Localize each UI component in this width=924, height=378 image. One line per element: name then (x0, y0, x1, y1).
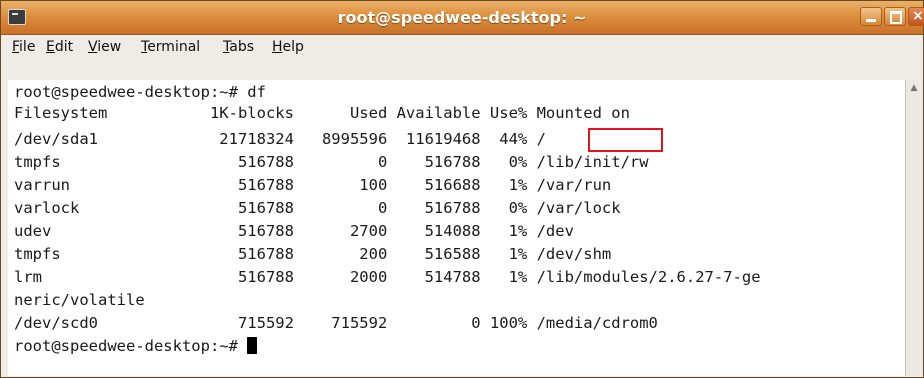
terminal-line: tmpfs 516788 0 516788 0% /lib/init/rw (14, 153, 649, 171)
usage-highlight-box (588, 128, 663, 152)
menu-tabs[interactable]: Tabs (223, 39, 254, 55)
menu-file[interactable]: File (12, 39, 35, 55)
terminal-line: /dev/scd0 715592 715592 0 100% /media/cd… (14, 314, 658, 332)
menu-edit[interactable]: Edit (46, 39, 73, 55)
terminal-line: neric/volatile (14, 291, 145, 309)
close-button[interactable]: × (908, 7, 924, 26)
terminal-line: lrm 516788 2000 514788 1% /lib/modules/2… (14, 268, 761, 286)
terminal-line: udev 516788 2700 514088 1% /dev (14, 222, 574, 240)
menu-bar: File Edit View Terminal Tabs Help (1, 35, 923, 60)
minimize-button[interactable] (860, 7, 882, 26)
terminal-line: varrun 516788 100 516688 1% /var/run (14, 176, 612, 194)
terminal-line: Filesystem 1K-blocks Used Available Use%… (14, 104, 630, 122)
window-title: root@speedwee-desktop: ~ (337, 8, 587, 27)
terminal-line: varlock 516788 0 516788 0% /var/lock (14, 199, 621, 217)
menu-view[interactable]: View (88, 39, 121, 55)
title-bar[interactable]: root@speedwee-desktop: ~ × (1, 1, 924, 35)
menu-terminal[interactable]: Terminal (141, 39, 200, 55)
scroll-up-arrow-icon[interactable]: ▲ (909, 84, 919, 93)
terminal-frame (1, 59, 923, 81)
minimize-icon (866, 19, 876, 22)
maximize-button[interactable] (884, 7, 906, 26)
vertical-scrollbar[interactable]: ▲ (905, 80, 923, 376)
text-cursor (247, 337, 258, 354)
terminal-output[interactable]: root@speedwee-desktop:~# df Filesystem 1… (8, 80, 905, 376)
terminal-line: /dev/sda1 21718324 8995596 11619468 44% … (14, 130, 546, 148)
menu-help[interactable]: Help (272, 39, 304, 55)
close-icon: × (912, 8, 924, 24)
terminal-prompt-line: root@speedwee-desktop:~# (14, 336, 258, 356)
terminal-line: tmpfs 516788 200 516588 1% /dev/shm (14, 245, 612, 263)
terminal-line: root@speedwee-desktop:~# df (14, 83, 266, 101)
maximize-icon (890, 11, 902, 24)
prompt: root@speedwee-desktop:~# (14, 337, 248, 355)
